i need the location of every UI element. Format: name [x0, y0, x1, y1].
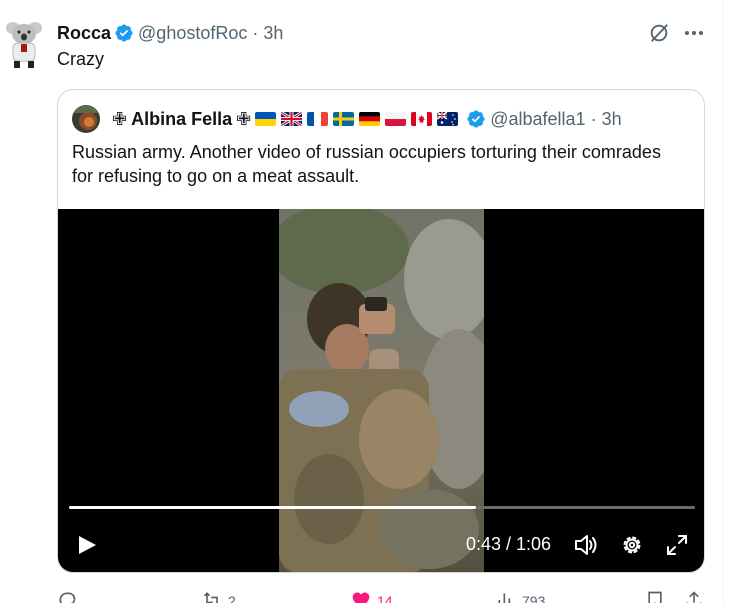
cross-emoji-left: ✙ — [112, 108, 128, 129]
video-player[interactable]: 0:43 / 1:06 — [58, 209, 704, 572]
germany-flag-icon — [359, 112, 381, 126]
author-name[interactable]: Rocca — [57, 23, 111, 44]
grok-icon[interactable] — [648, 22, 670, 44]
quoted-tweet-header: ✙ Albina Fella ✙ @albafella1 · 3h — [72, 104, 622, 134]
more-options-icon[interactable] — [682, 22, 706, 44]
video-time-display: 0:43 / 1:06 — [466, 534, 552, 554]
repost-icon — [203, 592, 218, 603]
video-progress-fill — [69, 506, 476, 509]
quoted-author-name: Albina Fella — [131, 108, 233, 129]
poland-flag-icon — [385, 112, 407, 126]
uk-flag-icon — [281, 112, 303, 126]
cross-emoji-right: ✙ — [236, 108, 252, 129]
tweet-actions-bar: 2 14 793 — [0, 590, 743, 603]
quoted-avatar-image — [72, 105, 100, 133]
canada-flag-icon — [411, 112, 433, 126]
video-still-image — [279, 209, 484, 572]
france-flag-icon — [307, 112, 329, 126]
author-handle[interactable]: @ghostofRoc — [138, 23, 247, 44]
heart-icon — [352, 592, 370, 603]
views-chart-icon — [498, 593, 511, 603]
tweet-time[interactable]: 3h — [263, 23, 283, 44]
column-divider — [723, 0, 724, 603]
video-frame — [279, 209, 484, 572]
views-button[interactable]: 793 — [496, 590, 545, 603]
views-count: 793 — [522, 593, 546, 603]
separator-dot: · — [252, 22, 259, 43]
sweden-flag-icon — [333, 112, 355, 126]
quoted-tweet-card[interactable]: ✙ Albina Fella ✙ @albafella1 · 3h Russia… — [57, 89, 705, 573]
quoted-tweet-time[interactable]: 3h — [602, 109, 622, 130]
tweet-header: Rocca @ghostofRoc · 3h — [57, 21, 283, 45]
australia-flag-icon — [437, 112, 459, 126]
tweet-text: Crazy — [57, 49, 105, 69]
fullscreen-icon[interactable] — [665, 533, 689, 557]
like-count: 14 — [377, 593, 393, 603]
reply-button[interactable] — [57, 590, 83, 603]
quoted-author-name-group[interactable]: ✙ Albina Fella ✙ — [108, 109, 255, 130]
avatar[interactable] — [4, 18, 44, 70]
verified-badge-icon — [115, 24, 133, 42]
bookmark-button[interactable] — [645, 590, 665, 603]
share-icon — [686, 591, 702, 603]
quoted-author-handle[interactable]: @albafella1 — [490, 109, 585, 130]
quoted-separator-dot: · — [590, 108, 597, 129]
repost-count: 2 — [228, 593, 236, 603]
repost-button[interactable]: 2 — [202, 590, 236, 603]
quoted-verified-badge-icon — [467, 110, 485, 128]
like-button[interactable]: 14 — [351, 590, 393, 603]
bookmark-icon — [648, 591, 662, 603]
share-button[interactable] — [684, 590, 704, 603]
quoted-author-avatar[interactable] — [72, 105, 100, 133]
avatar-koala-image — [6, 22, 42, 68]
reply-icon — [59, 592, 76, 603]
settings-gear-icon[interactable] — [620, 533, 644, 557]
ukraine-flag-icon — [255, 112, 277, 126]
quoted-tweet-text: Russian army. Another video of russian o… — [72, 142, 661, 186]
play-icon[interactable] — [76, 534, 98, 556]
video-progress-bar[interactable] — [69, 506, 695, 509]
volume-icon[interactable] — [573, 533, 599, 557]
